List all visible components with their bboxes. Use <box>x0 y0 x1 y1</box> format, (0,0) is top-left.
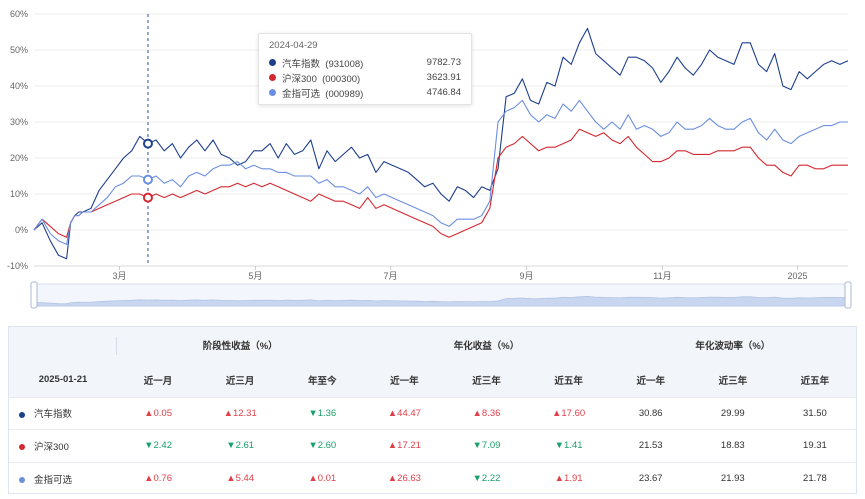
y-tick-label: 40% <box>10 81 28 91</box>
y-tick-label: 20% <box>10 153 28 163</box>
table-cell: ▲17.21 <box>387 440 421 452</box>
y-tick-label: -10% <box>7 261 28 271</box>
table-cell: ▲0.76 <box>144 473 172 485</box>
series-dot-icon <box>269 59 276 66</box>
series-name-text: 金指可选 <box>34 474 73 486</box>
table-cell: ▲0.01 <box>308 473 337 485</box>
table-row: 沪深300 ▼2.42 ▼2.61 ▼2.60 ▲17.21 ▼7.09 ▼1.41 21.5… <box>9 429 856 463</box>
group-header-period-return: 阶段性收益（%） <box>202 341 278 352</box>
zoom-handle-left[interactable] <box>30 281 38 309</box>
series-dot-icon <box>19 411 25 418</box>
tooltip-date: 2024-04-29 <box>269 40 318 51</box>
table-cell: 23.67 <box>638 473 663 485</box>
table-cell: ▲8.36 <box>472 407 501 419</box>
table-cell: ▲26.63 <box>387 473 421 485</box>
tooltip-series-value: 3623.91 <box>426 72 461 83</box>
sub-header: 近一月 <box>143 375 173 387</box>
group-header-annual-volatility: 年化波动率（%） <box>695 341 771 352</box>
sub-header: 近三月 <box>225 375 255 387</box>
table-cell: 18.83 <box>720 440 745 452</box>
table-date-label: 2025-01-21 <box>38 374 88 386</box>
chart-tooltip: 2024-04-29 汽车指数 (931008) 9782.73 沪深300 (… <box>258 33 472 105</box>
table-cell: 21.78 <box>803 473 827 485</box>
tooltip-series-value: 9782.73 <box>426 57 461 68</box>
table-cell: 30.86 <box>638 407 663 419</box>
tooltip-series-code: (931008) <box>325 58 364 70</box>
y-tick-label: 10% <box>10 189 28 199</box>
table-cell: ▲5.44 <box>226 473 255 485</box>
table-cell: 21.93 <box>720 473 745 485</box>
row-series-name: 汽车指数 <box>9 397 117 430</box>
table-cell: ▲12.31 <box>223 407 257 419</box>
table-cell: ▲0.05 <box>144 407 172 419</box>
table-cell: ▲44.47 <box>387 407 421 419</box>
performance-table: 阶段性收益（%） 年化收益（%） 年化波动率（%） 2025-01-21 近一月… <box>8 326 857 494</box>
tooltip-row: 金指可选 (000989) 4746.84 <box>269 85 461 100</box>
sub-header: 近三年 <box>472 375 501 387</box>
series-line-1 <box>33 128 848 238</box>
series-dot-icon <box>269 74 276 81</box>
y-tick-label: 50% <box>10 45 28 55</box>
y-tick-label: 60% <box>10 9 28 19</box>
x-tick-label: 5月 <box>248 271 262 281</box>
table-group-header: 阶段性收益（%） 年化收益（%） 年化波动率（%） <box>9 327 856 363</box>
x-tick-label: 2025 <box>788 271 808 281</box>
tooltip-series-name: 汽车指数 <box>282 58 321 70</box>
table-cell: ▼1.36 <box>308 407 337 419</box>
table-cell: 29.99 <box>720 407 745 419</box>
sub-header: 近五年 <box>554 375 583 387</box>
cursor-marker <box>142 192 153 203</box>
row-series-name: 金指可选 <box>9 462 117 495</box>
table-cell: ▼2.60 <box>308 440 337 452</box>
tooltip-series-code: (000300) <box>322 73 361 85</box>
y-tick-label: 30% <box>10 117 28 127</box>
x-tick-label: 3月 <box>112 271 126 281</box>
tooltip-row: 汽车指数 (931008) 9782.73 <box>269 55 461 70</box>
table-row: 汽车指数 ▲0.05 ▲12.31 ▼1.36 ▲44.47 ▲8.36 ▲17.60 30.… <box>9 397 856 430</box>
table-cell: ▼2.61 <box>226 440 255 452</box>
sub-header: 年至今 <box>308 375 337 387</box>
tooltip-series-code: (000989) <box>325 88 364 100</box>
table-cell: ▲1.91 <box>554 473 583 485</box>
sub-header: 近一年 <box>636 375 665 387</box>
series-dot-icon <box>19 444 25 451</box>
tooltip-series-value: 4746.84 <box>426 87 461 98</box>
series-name-text: 沪深300 <box>34 441 69 453</box>
table-cell: 19.31 <box>803 440 827 452</box>
tooltip-series-name: 沪深300 <box>282 73 317 85</box>
table-cell: ▼1.41 <box>554 440 583 452</box>
series-name-text: 汽车指数 <box>34 409 73 421</box>
series-dot-icon <box>269 89 276 96</box>
cursor-marker <box>142 138 153 149</box>
x-tick-label: 9月 <box>519 271 533 281</box>
series-dot-icon <box>19 477 25 484</box>
y-tick-label: 0% <box>15 225 28 235</box>
sub-header: 近五年 <box>800 375 830 387</box>
sub-header: 近三年 <box>718 375 748 387</box>
table-cell: ▲17.60 <box>552 407 586 419</box>
table-cell: 31.50 <box>803 407 827 419</box>
table-sub-header: 2025-01-21 近一月 近三月 年至今 近一年 近三年 近五年 近一年 近… <box>9 363 856 397</box>
table-cell: ▼2.22 <box>472 473 501 485</box>
sub-header: 近一年 <box>390 375 419 387</box>
table-cell: ▼2.42 <box>144 440 172 452</box>
table-cell: ▼7.09 <box>472 440 501 452</box>
table-cell: 21.53 <box>638 440 663 452</box>
x-tick-label: 11月 <box>653 271 671 281</box>
row-series-name: 沪深300 <box>9 430 117 463</box>
zoom-handle-right[interactable] <box>844 281 852 309</box>
chart-area[interactable]: 60% 50% 40% 30% 20% 10% 0% -10% 3月 5月 7月 9月 11月 2025 … <box>0 0 865 312</box>
table-row: 金指可选 ▲0.76 ▲5.44 ▲0.01 ▲26.63 ▼2.22 ▲1.91 23.67… <box>9 462 856 495</box>
tooltip-row: 沪深300 (000300) 3623.91 <box>269 70 461 85</box>
x-tick-label: 7月 <box>384 271 398 281</box>
cursor-marker <box>142 174 153 185</box>
group-header-annual-return: 年化收益（%） <box>453 341 520 352</box>
tooltip-series-name: 金指可选 <box>282 88 321 100</box>
